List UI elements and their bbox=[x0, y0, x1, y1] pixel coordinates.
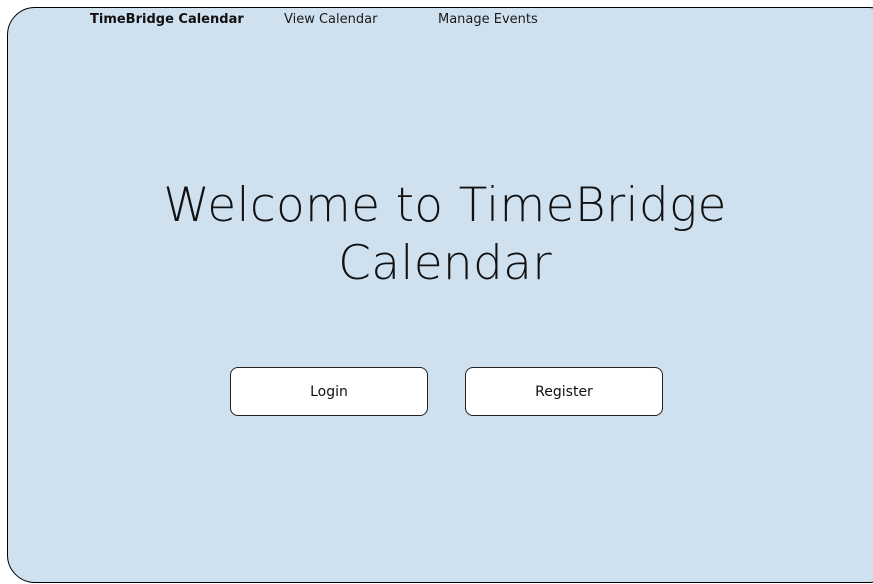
register-button[interactable]: Register bbox=[465, 367, 663, 416]
nav-view-calendar-link[interactable]: View Calendar bbox=[284, 12, 377, 27]
welcome-heading: Welcome to TimeBridge Calendar bbox=[0, 177, 873, 293]
brand-title: TimeBridge Calendar bbox=[90, 12, 244, 27]
app-frame bbox=[7, 7, 873, 583]
welcome-heading-line1: Welcome to TimeBridge bbox=[163, 178, 727, 233]
welcome-heading-line2: Calendar bbox=[338, 236, 552, 291]
nav-manage-events-link[interactable]: Manage Events bbox=[438, 12, 538, 27]
login-button[interactable]: Login bbox=[230, 367, 428, 416]
